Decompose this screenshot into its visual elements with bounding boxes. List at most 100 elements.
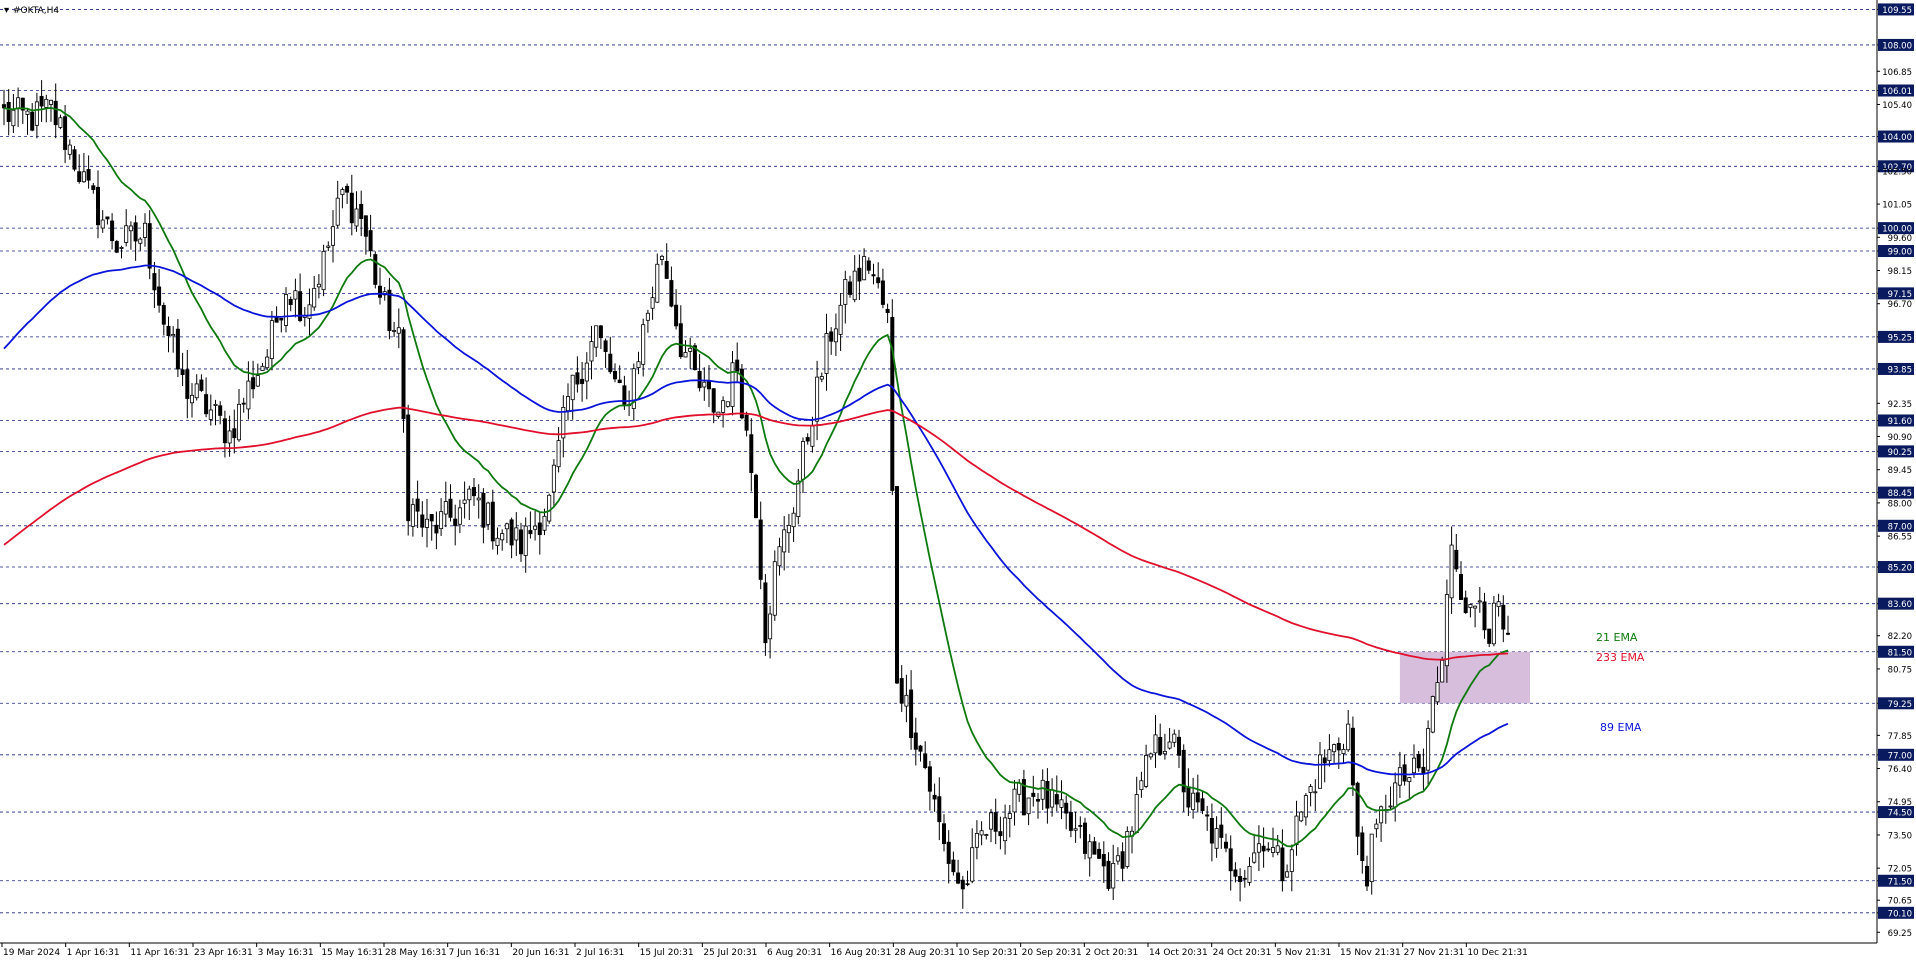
candle-body xyxy=(857,267,862,282)
candle-body xyxy=(833,328,838,343)
candle-body xyxy=(429,513,434,522)
candle-body xyxy=(594,325,599,348)
candle-body xyxy=(1459,574,1464,600)
candle-body xyxy=(1440,660,1445,683)
candle-body xyxy=(1322,757,1327,764)
y-tick-label: 80.75 xyxy=(1888,665,1912,675)
candle-body xyxy=(1379,806,1384,824)
candle-body xyxy=(133,222,138,242)
y-tick-label: 74.50 xyxy=(1888,809,1912,819)
candle-body xyxy=(603,340,608,352)
candle-body xyxy=(1477,600,1482,603)
candle-body xyxy=(1167,741,1172,749)
candle-body xyxy=(1101,854,1106,867)
candle-body xyxy=(218,405,223,416)
candle-body xyxy=(377,285,382,298)
x-tick-label: 25 Jul 20:31 xyxy=(703,948,757,958)
x-tick-label: 28 Aug 20:31 xyxy=(894,948,955,958)
y-tick-label: 79.25 xyxy=(1888,700,1912,710)
candle-body xyxy=(1285,871,1290,878)
candle-body xyxy=(655,263,660,303)
candle-body xyxy=(500,533,505,541)
candle-body xyxy=(702,381,707,388)
candle-body xyxy=(255,375,260,387)
candle-body xyxy=(1487,628,1492,644)
candle-body xyxy=(415,498,420,512)
candle-body xyxy=(77,171,82,182)
candle-body xyxy=(1397,767,1402,786)
candle-body xyxy=(1266,848,1271,851)
candle-body xyxy=(1228,848,1233,872)
candle-body xyxy=(1148,753,1153,758)
candle-body xyxy=(288,298,293,305)
candle-body xyxy=(1177,736,1182,756)
candle-body xyxy=(227,430,232,444)
y-tick-label: 102.50 xyxy=(1882,167,1912,177)
candle-body xyxy=(613,370,618,380)
y-tick-label: 76.40 xyxy=(1888,765,1912,775)
candle-body xyxy=(471,487,476,497)
y-tick-label: 70.10 xyxy=(1888,909,1912,919)
candle-body xyxy=(1186,786,1191,808)
candle-body xyxy=(81,171,86,183)
y-tick-label: 89.45 xyxy=(1888,466,1912,476)
y-tick-label: 109.55 xyxy=(1882,6,1912,16)
candle-body xyxy=(801,441,806,480)
candle-body xyxy=(91,185,96,190)
candle-body xyxy=(989,812,994,830)
candle-body xyxy=(608,353,613,373)
candle-body xyxy=(1303,795,1308,818)
candle-body xyxy=(39,95,44,107)
candle-body xyxy=(406,414,411,522)
y-tick-label: 82.20 xyxy=(1888,632,1912,642)
x-tick-label: 10 Sep 20:31 xyxy=(958,948,1018,958)
candle-body xyxy=(777,546,782,567)
candle-body xyxy=(368,230,373,252)
x-tick-label: 16 Aug 20:31 xyxy=(831,948,892,958)
candle-body xyxy=(199,379,204,391)
candle-body xyxy=(490,501,495,542)
candle-body xyxy=(25,110,30,115)
candle-body xyxy=(523,525,528,556)
x-tick-label: 20 Sep 20:31 xyxy=(1022,948,1082,958)
candle-body xyxy=(1224,841,1229,849)
y-tick-label: 108.00 xyxy=(1882,41,1912,51)
candle-body xyxy=(11,109,16,127)
candle-body xyxy=(758,519,763,580)
candle-body xyxy=(1083,822,1088,854)
candle-body xyxy=(100,219,105,229)
candle-body xyxy=(439,511,444,530)
chart-title: ▾ #OKTA,H4 xyxy=(4,5,59,16)
candle-body xyxy=(1341,748,1346,755)
candle-body xyxy=(617,379,622,384)
candle-body xyxy=(1468,604,1473,608)
candle-body xyxy=(725,401,730,407)
candle-body xyxy=(396,327,401,334)
candle-body xyxy=(1365,865,1370,887)
candle-body xyxy=(913,732,918,750)
candle-body xyxy=(960,879,965,890)
candle-body xyxy=(711,388,716,413)
candle-body xyxy=(683,352,688,358)
y-tick-label: 101.05 xyxy=(1882,201,1912,211)
candle-body xyxy=(1313,791,1318,794)
candle-body xyxy=(1336,743,1341,751)
candle-body xyxy=(819,376,824,380)
x-tick-label: 24 Oct 20:31 xyxy=(1213,948,1272,958)
candle-body xyxy=(880,280,885,305)
candle-body xyxy=(1045,780,1050,809)
y-tick-label: 77.85 xyxy=(1888,732,1912,742)
candle-body xyxy=(824,333,829,374)
candle-body xyxy=(1111,863,1116,889)
candle-body xyxy=(1346,723,1351,751)
candle-body xyxy=(387,289,392,332)
price-chart[interactable]: 109.55 108.00 106.85 106.01 105.40 104.00 102.… xyxy=(0,0,1916,963)
candle-body xyxy=(862,256,867,281)
candle-body xyxy=(749,434,754,473)
candle-body xyxy=(481,492,486,528)
candle-body xyxy=(373,254,378,285)
candle-body xyxy=(147,223,152,269)
candle-body xyxy=(848,281,853,295)
candle-body xyxy=(1294,815,1299,846)
x-tick-label: 3 May 16:31 xyxy=(258,948,314,958)
